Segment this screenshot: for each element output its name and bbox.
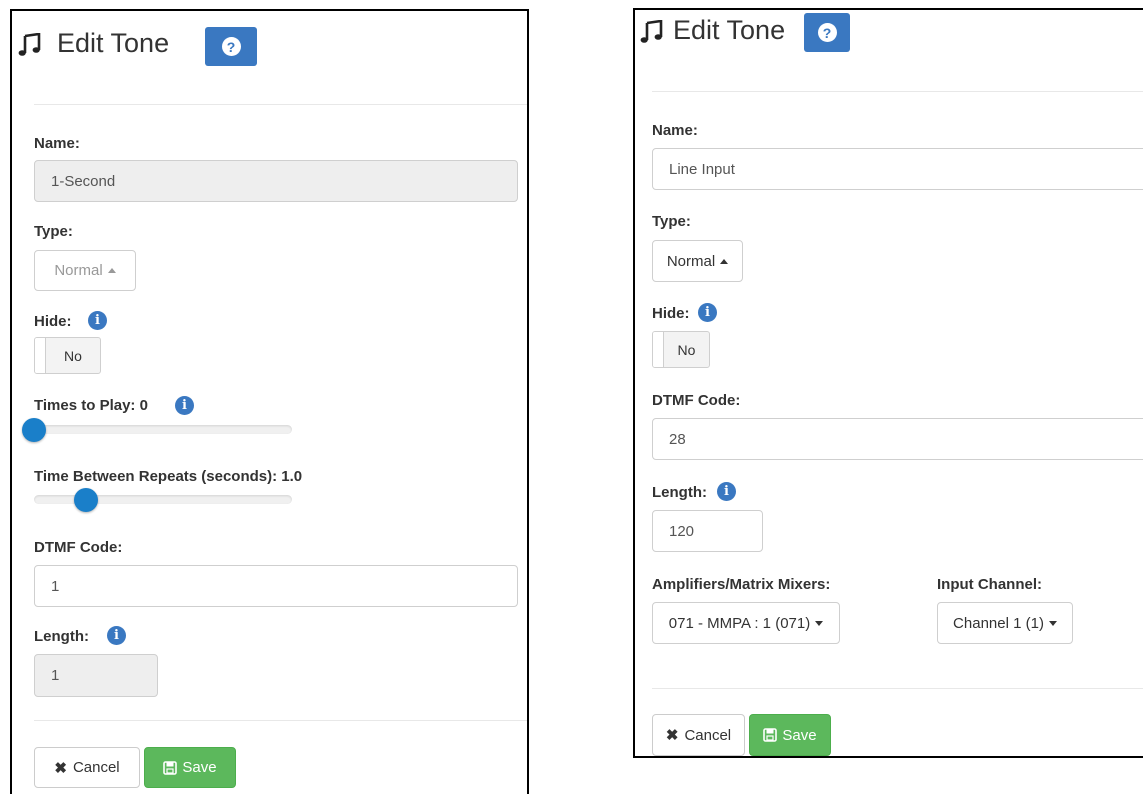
dtmf-code-label: DTMF Code: — [652, 392, 741, 409]
name-label: Name: — [34, 135, 80, 152]
page-title: Edit Tone — [673, 15, 786, 45]
music-note-icon — [18, 33, 41, 56]
input-channel-label: Input Channel: — [937, 576, 1042, 593]
hide-toggle-value: No — [677, 341, 696, 358]
help-icon: ? — [221, 37, 241, 56]
cancel-button[interactable]: ✖ Cancel — [652, 714, 745, 756]
time-between-repeats-label: Time Between Repeats (seconds): 1.0 — [34, 468, 303, 485]
hide-label: Hide: — [652, 305, 690, 322]
input-channel-dropdown-value: Channel 1 (1) — [953, 614, 1044, 632]
time-between-repeats-slider[interactable] — [34, 495, 292, 504]
dtmf-code-input[interactable]: 1 — [34, 565, 518, 607]
divider — [34, 720, 527, 721]
save-button[interactable]: Save — [144, 747, 236, 788]
hide-toggle[interactable]: No — [34, 337, 101, 374]
times-info-icon[interactable]: i — [175, 396, 194, 415]
edit-tone-panel-left: Edit Tone ? Name: 1-Second Type: Normal … — [10, 9, 529, 794]
type-dropdown[interactable]: Normal — [652, 240, 743, 282]
type-dropdown[interactable]: Normal — [34, 250, 136, 291]
floppy-disk-icon — [763, 728, 778, 742]
caret-down-icon — [815, 620, 824, 626]
amplifiers-matrix-mixers-label: Amplifiers/Matrix Mixers: — [652, 576, 831, 593]
type-label: Type: — [34, 223, 73, 240]
length-input[interactable]: 1 — [34, 654, 158, 697]
length-input[interactable]: 120 — [652, 510, 763, 552]
caret-up-icon — [720, 258, 729, 264]
close-icon: ✖ — [665, 727, 679, 744]
dtmf-code-label: DTMF Code: — [34, 539, 123, 556]
amplifiers-matrix-mixers-dropdown[interactable]: 071 - MMPA : 1 (071) — [652, 602, 840, 644]
save-button[interactable]: Save — [749, 714, 831, 756]
help-button[interactable]: ? — [804, 13, 850, 52]
divider — [34, 104, 527, 105]
divider — [652, 91, 1143, 92]
length-info-icon[interactable]: i — [107, 626, 126, 645]
music-note-icon — [640, 20, 663, 43]
type-dropdown-value: Normal — [666, 252, 716, 270]
type-dropdown-value: Normal — [54, 262, 103, 279]
name-label: Name: — [652, 122, 698, 139]
dtmf-code-input[interactable]: 28 — [652, 418, 1143, 460]
name-input[interactable]: 1-Second — [34, 160, 518, 202]
length-label: Length: — [652, 484, 707, 501]
cancel-button-label: Cancel — [684, 726, 732, 744]
hide-label: Hide: — [34, 313, 72, 330]
type-label: Type: — [652, 213, 691, 230]
page-title: Edit Tone — [57, 28, 170, 58]
help-icon: ? — [817, 23, 837, 42]
length-info-icon[interactable]: i — [717, 482, 736, 501]
close-icon: ✖ — [54, 759, 67, 777]
cancel-button-label: Cancel — [72, 759, 120, 776]
name-input[interactable]: Line Input — [652, 148, 1143, 190]
times-to-play-slider[interactable] — [34, 425, 292, 434]
hide-info-icon[interactable]: i — [88, 311, 107, 330]
caret-up-icon — [107, 268, 116, 273]
toggle-knob — [653, 332, 664, 367]
divider — [652, 688, 1143, 689]
hide-toggle[interactable]: No — [652, 331, 710, 368]
save-button-label: Save — [182, 759, 217, 776]
length-label: Length: — [34, 628, 89, 645]
caret-down-icon — [1048, 620, 1057, 626]
save-button-label: Save — [782, 726, 817, 744]
toggle-knob — [35, 338, 46, 373]
floppy-disk-icon — [163, 760, 178, 775]
edit-tone-panel-right: Edit Tone ? Name: Line Input Type: Norma… — [633, 8, 1143, 758]
times-to-play-label: Times to Play: 0 — [34, 397, 148, 414]
amplifiers-dropdown-value: 071 - MMPA : 1 (071) — [668, 614, 811, 632]
time-between-repeats-slider-handle[interactable] — [74, 488, 98, 512]
input-channel-dropdown[interactable]: Channel 1 (1) — [937, 602, 1073, 644]
cancel-button[interactable]: ✖ Cancel — [34, 747, 140, 788]
help-button[interactable]: ? — [205, 27, 257, 66]
hide-toggle-value: No — [64, 347, 82, 364]
times-to-play-slider-handle[interactable] — [22, 418, 46, 442]
hide-info-icon[interactable]: i — [698, 303, 717, 322]
